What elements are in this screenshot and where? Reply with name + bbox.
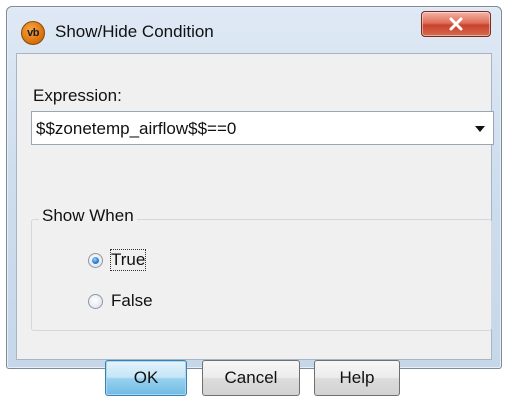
show-when-title: Show When [39, 206, 137, 226]
radio-false[interactable] [88, 294, 103, 309]
help-button[interactable]: Help [314, 360, 400, 396]
expression-value: $$zonetemp_airflow$$==0 [36, 119, 237, 138]
dialog-window: vb Show/Hide Condition Expression: $$zon… [6, 6, 502, 396]
expression-label: Expression: [33, 86, 122, 105]
dialog-title: Show/Hide Condition [55, 22, 214, 41]
close-x-icon [449, 17, 463, 31]
radio-true-label[interactable]: True [109, 249, 147, 271]
expression-combobox[interactable]: $$zonetemp_airflow$$==0 [31, 111, 494, 145]
show-when-group [31, 219, 492, 331]
ok-button[interactable]: OK [105, 360, 187, 396]
radio-true[interactable] [88, 253, 103, 268]
cancel-button[interactable]: Cancel [202, 360, 300, 396]
app-logo-text: vb [27, 27, 39, 39]
radio-false-label[interactable]: False [111, 291, 153, 311]
dialog-body: Expression: $$zonetemp_airflow$$==0 Show… [16, 53, 494, 396]
app-logo-icon: vb [21, 21, 45, 45]
title-bar[interactable]: vb Show/Hide Condition [7, 7, 501, 53]
chevron-down-icon[interactable] [475, 126, 485, 132]
close-button[interactable] [421, 11, 491, 37]
